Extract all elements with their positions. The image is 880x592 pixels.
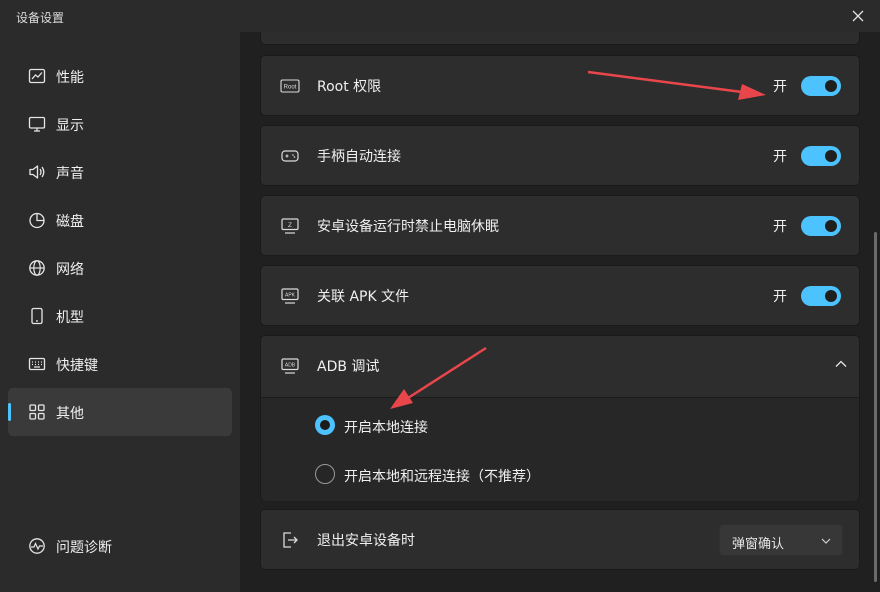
annotation-arrows <box>390 70 766 409</box>
arrow-to-local-connection <box>390 346 487 409</box>
arrow-to-root-toggle <box>587 70 766 100</box>
